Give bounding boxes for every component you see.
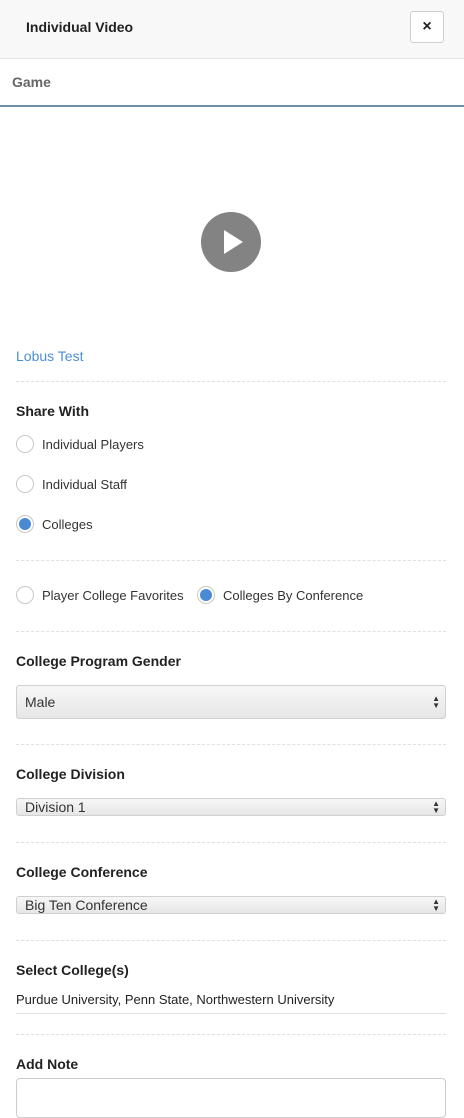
play-button[interactable] <box>201 212 261 272</box>
share-with-label: Share With <box>16 403 89 419</box>
divider <box>16 631 446 632</box>
radio-button[interactable] <box>16 475 34 493</box>
modal-title: Individual Video <box>26 19 134 35</box>
division-value: Division 1 <box>25 799 86 815</box>
radio-label: Individual Staff <box>42 476 128 492</box>
divider <box>16 940 446 941</box>
select-arrows-icon: ▲ ▼ <box>432 694 440 710</box>
close-icon: × <box>422 18 432 35</box>
gender-value: Male <box>25 694 56 710</box>
select-arrows-icon: ▲ ▼ <box>432 799 440 815</box>
conference-select[interactable]: Big Ten Conference ▲ ▼ <box>16 896 446 914</box>
radio-label: Colleges <box>42 516 93 532</box>
radio-button-selected[interactable] <box>197 586 215 604</box>
radio-label: Player College Favorites <box>42 587 184 603</box>
video-title-link[interactable]: Lobus Test <box>16 348 83 364</box>
radio-player-college-favorites[interactable]: Player College Favorites <box>16 586 184 604</box>
modal-header: Individual Video × <box>0 0 464 59</box>
play-icon <box>224 230 243 254</box>
video-player[interactable] <box>0 107 464 337</box>
divider <box>16 842 446 843</box>
game-tab-bar: Game <box>0 59 464 107</box>
gender-label: College Program Gender <box>16 653 181 669</box>
divider <box>16 1034 446 1035</box>
radio-label: Individual Players <box>42 436 144 452</box>
radio-colleges-by-conference[interactable]: Colleges By Conference <box>197 586 363 604</box>
select-arrows-icon: ▲ ▼ <box>432 897 440 913</box>
select-colleges-label: Select College(s) <box>16 962 129 978</box>
gender-select[interactable]: Male ▲ ▼ <box>16 685 446 719</box>
radio-colleges[interactable]: Colleges <box>16 515 93 533</box>
radio-button[interactable] <box>16 586 34 604</box>
selected-colleges-field[interactable]: Purdue University, Penn State, Northwest… <box>16 992 446 1014</box>
radio-button-selected[interactable] <box>16 515 34 533</box>
conference-value: Big Ten Conference <box>25 897 148 913</box>
game-label: Game <box>12 74 51 90</box>
radio-button[interactable] <box>16 435 34 453</box>
divider <box>16 744 446 745</box>
conference-label: College Conference <box>16 864 148 880</box>
division-label: College Division <box>16 766 125 782</box>
radio-label: Colleges By Conference <box>223 587 364 603</box>
radio-individual-staff[interactable]: Individual Staff <box>16 475 127 493</box>
radio-individual-players[interactable]: Individual Players <box>16 435 144 453</box>
division-select[interactable]: Division 1 ▲ ▼ <box>16 798 446 816</box>
note-textarea[interactable] <box>16 1078 446 1118</box>
add-note-label: Add Note <box>16 1056 79 1072</box>
close-button[interactable]: × <box>410 11 444 43</box>
divider <box>16 560 446 561</box>
divider <box>16 381 446 382</box>
